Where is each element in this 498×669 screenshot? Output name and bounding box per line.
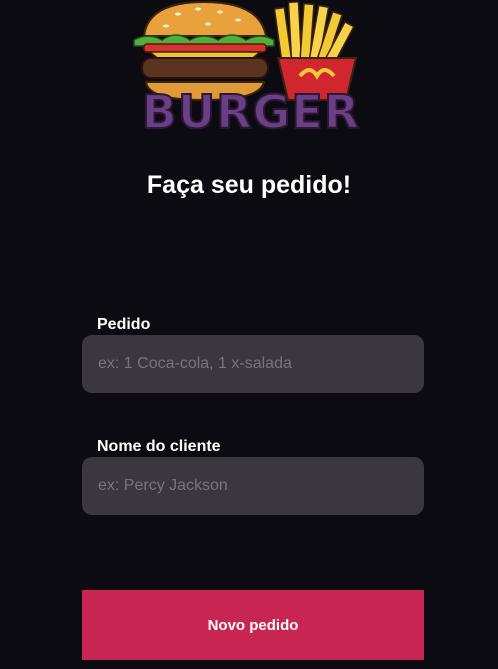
customer-name-input[interactable] xyxy=(82,457,424,515)
order-input[interactable] xyxy=(82,335,424,393)
order-label: Pedido xyxy=(97,316,151,333)
page-title: Faça seu pedido! xyxy=(146,171,352,199)
new-order-button[interactable]: Novo pedido xyxy=(82,590,424,660)
burger-logo: BURGER xyxy=(128,0,374,142)
logo-text: BURGER xyxy=(141,85,361,139)
customer-name-label: Nome do cliente xyxy=(97,438,221,455)
